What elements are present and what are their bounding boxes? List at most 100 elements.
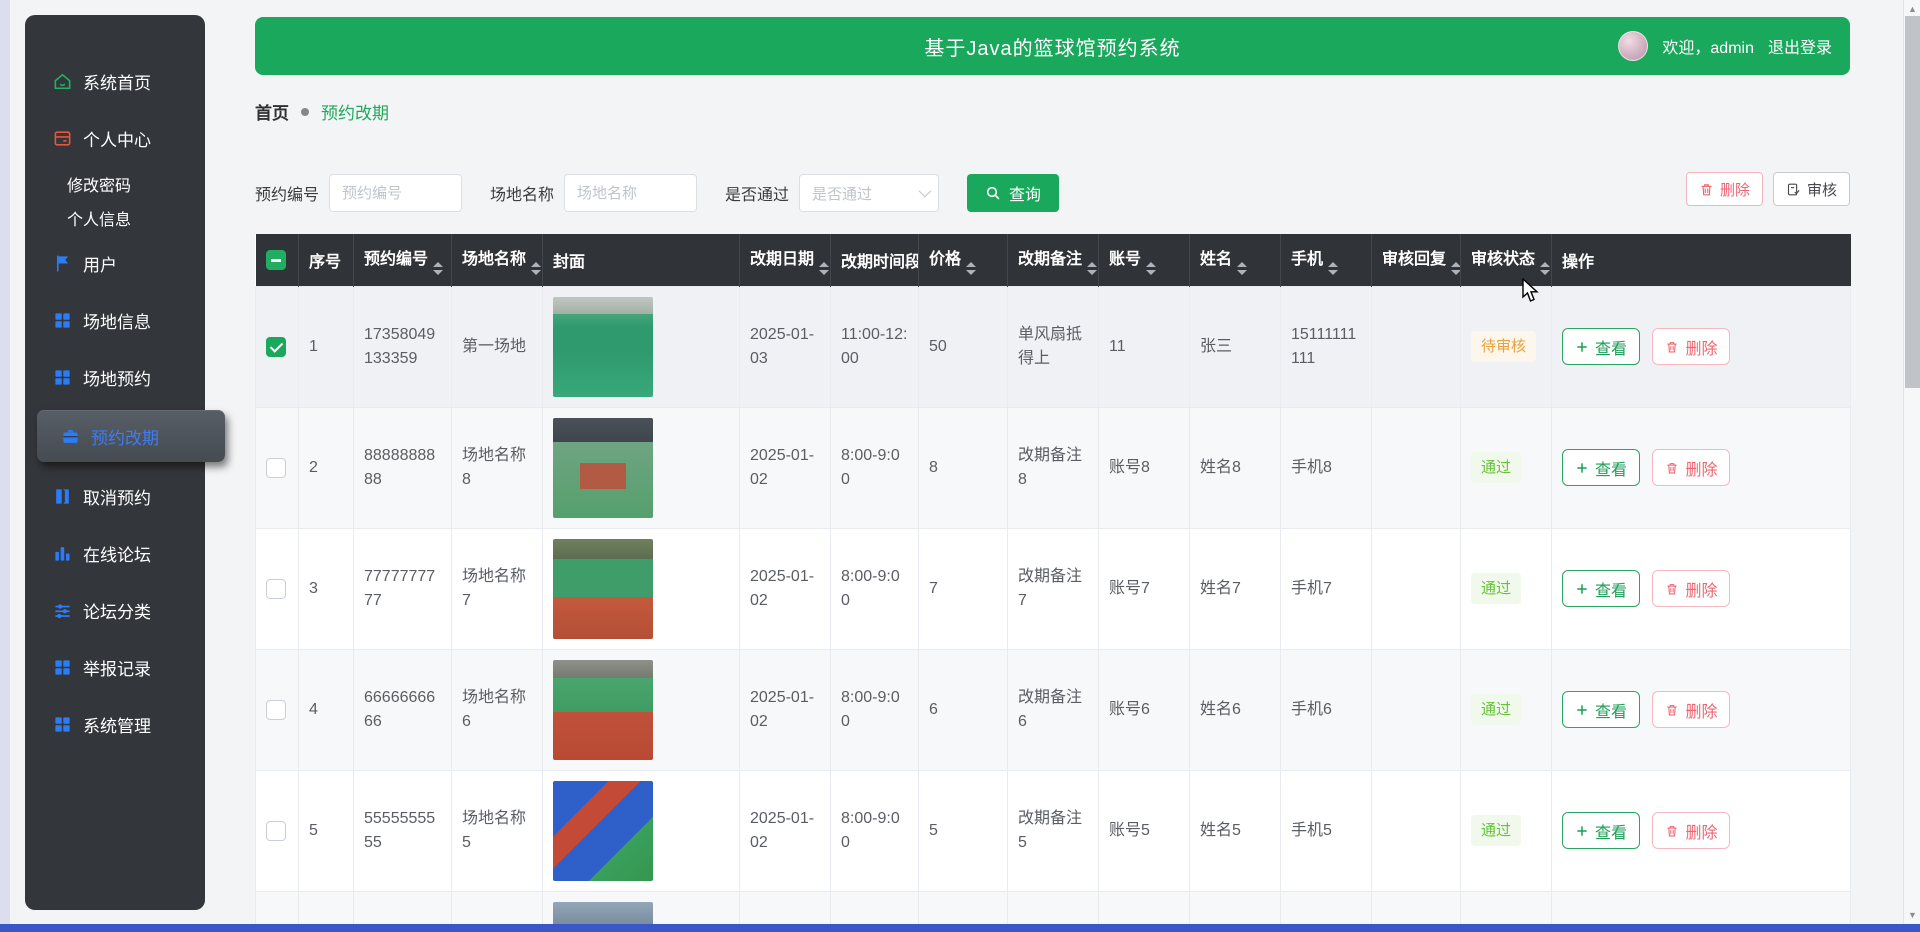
sidebar-item-label: 系统管理 [83, 712, 151, 737]
book-icon [53, 487, 72, 506]
breadcrumb: 首页 预约改期 [255, 99, 1850, 124]
row-checkbox[interactable] [266, 821, 286, 841]
cell-date: 2025-01-03 [750, 326, 814, 366]
row-delete-button[interactable]: 删除 [1652, 570, 1730, 607]
cell-note: 改期备注6 [1018, 689, 1082, 729]
row-checkbox[interactable] [266, 458, 286, 478]
sliders-icon [53, 601, 72, 620]
search-button[interactable]: 查询 [967, 174, 1059, 212]
cell-time: 8:00-9:00 [841, 447, 900, 487]
row-delete-button[interactable]: 删除 [1652, 449, 1730, 486]
sidebar: 系统首页 个人中心 修改密码 个人信息 用户 场地信息 [25, 15, 205, 910]
cell-booking-no: 6666666666 [364, 689, 435, 729]
flag-icon [53, 254, 72, 273]
col-header-booking-no[interactable]: 预约编号 [354, 234, 452, 286]
cell-account: 账号7 [1109, 580, 1150, 597]
scrollbar-down-arrow[interactable]: ▼ [1904, 908, 1920, 922]
cell-name: 张三 [1200, 338, 1232, 355]
cell-venue: 场地名称5 [462, 810, 526, 850]
cell-phone: 手机6 [1291, 701, 1332, 718]
grid-icon [53, 715, 72, 734]
sidebar-item-system-home[interactable]: 系统首页 [25, 53, 205, 110]
col-header-actions: 操作 [1552, 234, 1851, 286]
bulk-delete-button[interactable]: 删除 [1686, 172, 1763, 206]
trash-icon [1665, 824, 1679, 838]
status-badge: 通过 [1471, 573, 1521, 605]
sidebar-item-system-management[interactable]: 系统管理 [25, 696, 205, 753]
row-delete-button[interactable]: 删除 [1652, 691, 1730, 728]
venue-name-label: 场地名称 [490, 181, 554, 205]
row-checkbox[interactable] [266, 579, 286, 599]
logout-link[interactable]: 退出登录 [1768, 34, 1832, 58]
col-header-status[interactable]: 审核状态 [1461, 234, 1552, 286]
select-all-checkbox[interactable] [266, 250, 286, 270]
sidebar-item-online-forum[interactable]: 在线论坛 [25, 525, 205, 582]
audit-button[interactable]: 审核 [1773, 172, 1850, 206]
scrollbar-up-arrow[interactable]: ▲ [1904, 2, 1920, 16]
cell-name: 姓名7 [1200, 580, 1241, 597]
view-button[interactable]: 查看 [1562, 570, 1640, 607]
view-button[interactable]: 查看 [1562, 328, 1640, 365]
sidebar-item-cancel-booking[interactable]: 取消预约 [25, 468, 205, 525]
sidebar-item-personal-center[interactable]: 个人中心 [25, 110, 205, 167]
cell-booking-no: 7777777777 [364, 568, 435, 608]
sidebar-item-venue-booking[interactable]: 场地预约 [25, 349, 205, 406]
cell-seq: 5 [309, 822, 318, 839]
window-left-edge [0, 0, 10, 932]
col-header-account[interactable]: 账号 [1099, 234, 1190, 286]
row-checkbox[interactable] [266, 337, 286, 357]
row-delete-button[interactable]: 删除 [1652, 812, 1730, 849]
cell-time: 8:00-9:00 [841, 810, 900, 850]
breadcrumb-home[interactable]: 首页 [255, 99, 289, 124]
col-header-date[interactable]: 改期日期 [740, 234, 831, 286]
pass-filter-select[interactable]: 是否通过 [799, 174, 939, 212]
row-delete-button[interactable]: 删除 [1652, 328, 1730, 365]
sidebar-item-venue-info[interactable]: 场地信息 [25, 292, 205, 349]
sort-caret-icon [1451, 262, 1460, 275]
table-row: 4 6666666666 场地名称6 2025-01-02 8:00-9:00 … [256, 649, 1851, 770]
cell-note: 改期备注8 [1018, 447, 1082, 487]
sort-caret-icon [1540, 262, 1550, 275]
court-cover-image [553, 539, 653, 639]
col-header-phone[interactable]: 手机 [1281, 234, 1372, 286]
sidebar-item-label: 系统首页 [83, 69, 151, 94]
trash-icon [1665, 703, 1679, 717]
view-button[interactable]: 查看 [1562, 812, 1640, 849]
sidebar-item-label: 取消预约 [83, 484, 151, 509]
cell-account: 11 [1109, 338, 1126, 355]
vertical-scrollbar[interactable]: ▲ ▼ [1903, 0, 1920, 924]
col-header-name[interactable]: 姓名 [1190, 234, 1281, 286]
cell-price: 50 [929, 338, 947, 355]
table-row: 3 7777777777 场地名称7 2025-01-02 8:00-9:00 … [256, 528, 1851, 649]
booking-no-input[interactable] [329, 174, 462, 212]
col-header-note[interactable]: 改期备注 [1008, 234, 1099, 286]
main-content: 基于Java的篮球馆预约系统 欢迎，admin 退出登录 首页 预约改期 预约编… [245, 0, 1880, 932]
cell-price: 5 [929, 822, 938, 839]
venue-name-input[interactable] [564, 174, 697, 212]
sidebar-item-booking-reschedule[interactable]: 预约改期 [37, 410, 225, 462]
sidebar-item-personal-info[interactable]: 个人信息 [25, 201, 205, 235]
avatar[interactable] [1618, 31, 1648, 61]
plus-icon [1575, 582, 1589, 596]
sidebar-item-forum-category[interactable]: 论坛分类 [25, 582, 205, 639]
col-header-timeslot: 改期时间段 [831, 234, 919, 286]
row-checkbox[interactable] [266, 700, 286, 720]
view-button[interactable]: 查看 [1562, 449, 1640, 486]
sort-caret-icon [1328, 262, 1338, 275]
sidebar-item-report-records[interactable]: 举报记录 [25, 639, 205, 696]
col-header-venue[interactable]: 场地名称 [452, 234, 543, 286]
sidebar-item-users[interactable]: 用户 [25, 235, 205, 292]
scrollbar-thumb[interactable] [1905, 16, 1920, 388]
grid-icon [53, 658, 72, 677]
plus-icon [1575, 340, 1589, 354]
sidebar-item-label: 用户 [83, 251, 117, 276]
sidebar-item-change-password[interactable]: 修改密码 [25, 167, 205, 201]
col-header-reply[interactable]: 审核回复 [1372, 234, 1461, 286]
cell-venue: 场地名称8 [462, 447, 526, 487]
cell-booking-no: 8888888888 [364, 447, 435, 487]
status-badge: 待审核 [1471, 331, 1536, 363]
bar-chart-icon [53, 544, 72, 563]
cell-account: 账号5 [1109, 822, 1150, 839]
col-header-price[interactable]: 价格 [919, 234, 1008, 286]
view-button[interactable]: 查看 [1562, 691, 1640, 728]
